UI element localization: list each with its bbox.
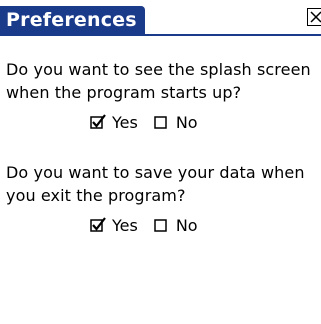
- title-bar: Preferences: [0, 6, 321, 36]
- save-question-line1: Do you want to save your data when: [6, 163, 305, 182]
- close-x-icon: [310, 11, 321, 23]
- save-question-line2: you exit the program?: [6, 186, 186, 205]
- splash-no-label: No: [175, 112, 198, 132]
- splash-question-line1: Do you want to see the splash screen: [6, 60, 311, 79]
- preferences-form: Do you want to see the splash screen whe…: [6, 58, 320, 235]
- window-title: Preferences: [0, 6, 145, 34]
- save-no-label: No: [175, 215, 198, 235]
- splash-no-option[interactable]: No: [154, 113, 198, 132]
- save-yes-option[interactable]: Yes: [90, 216, 138, 235]
- splash-yes-checkbox[interactable]: [90, 114, 106, 130]
- splash-options: Yes No: [90, 112, 320, 132]
- close-button[interactable]: [307, 8, 321, 26]
- save-yes-checkbox[interactable]: [90, 217, 106, 233]
- checked-checkbox-icon: [90, 217, 106, 232]
- unchecked-checkbox-icon: [154, 219, 167, 232]
- splash-screen-preference: Do you want to see the splash screen whe…: [6, 58, 320, 132]
- save-no-option[interactable]: No: [154, 216, 198, 235]
- save-no-checkbox[interactable]: [154, 217, 170, 233]
- save-yes-label: Yes: [112, 215, 138, 235]
- splash-question-line2: when the program starts up?: [6, 83, 242, 102]
- checked-checkbox-icon: [90, 114, 106, 129]
- unchecked-checkbox-icon: [154, 116, 167, 129]
- save-options: Yes No: [90, 215, 320, 235]
- splash-no-checkbox[interactable]: [154, 114, 170, 130]
- splash-yes-label: Yes: [112, 112, 138, 132]
- splash-yes-option[interactable]: Yes: [90, 113, 138, 132]
- save-data-preference: Do you want to save your data when you e…: [6, 161, 320, 235]
